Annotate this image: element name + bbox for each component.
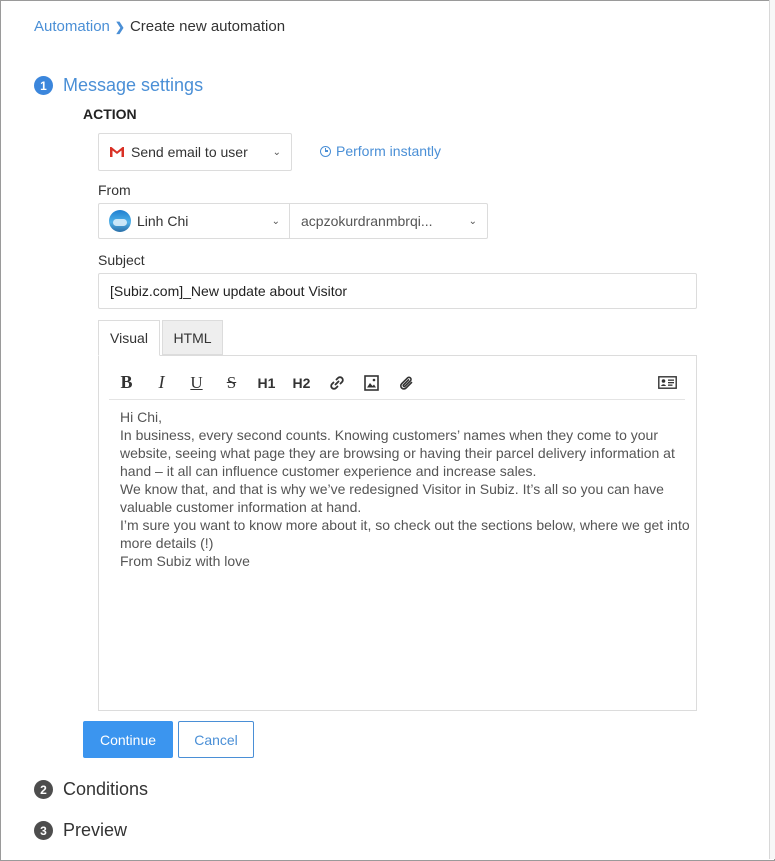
step-number-badge: 3 — [34, 821, 53, 840]
breadcrumb-current: Create new automation — [129, 18, 286, 35]
continue-button[interactable]: Continue — [83, 721, 173, 758]
body-line: From Subiz with love — [120, 553, 250, 569]
avatar — [109, 210, 131, 232]
body-line: In business, every second counts. Knowin… — [120, 427, 675, 479]
bold-button[interactable]: B — [109, 371, 144, 395]
heading-1-button[interactable]: H1 — [249, 371, 284, 395]
email-body-editor[interactable]: B I U S H1 H2 Hi Chi, In business, every… — [98, 355, 697, 711]
body-line: I’m sure you want to know more about it,… — [120, 517, 690, 551]
subject-label: Subject — [98, 252, 145, 268]
step-message-settings[interactable]: 1 Message settings — [34, 75, 203, 96]
clock-icon — [320, 145, 331, 157]
contact-card-icon[interactable] — [650, 371, 685, 395]
sender-select[interactable]: Linh Chi ⌄ — [98, 203, 290, 239]
chevron-down-icon: ⌄ — [272, 146, 281, 158]
sender-email-select[interactable]: acpzokurdranmbrqi... ⌄ — [289, 203, 488, 239]
image-icon[interactable] — [354, 371, 389, 395]
italic-button[interactable]: I — [144, 371, 179, 395]
editor-toolbar: B I U S H1 H2 — [109, 366, 685, 400]
body-line: We know that, and that is why we’ve rede… — [120, 481, 664, 515]
strikethrough-button[interactable]: S — [214, 371, 249, 395]
step-number-badge: 2 — [34, 780, 53, 799]
step-title: Conditions — [63, 779, 149, 799]
chevron-down-icon: ⌄ — [271, 215, 280, 227]
step-conditions[interactable]: 2 Conditions — [34, 779, 148, 800]
step-preview[interactable]: 3 Preview — [34, 820, 127, 841]
link-icon[interactable] — [319, 371, 354, 395]
step-title: Preview — [63, 820, 128, 840]
perform-instantly-link[interactable]: Perform instantly — [320, 143, 441, 159]
step-number-badge: 1 — [34, 76, 53, 95]
from-label: From — [98, 182, 131, 198]
chevron-right-icon: ❯ — [114, 19, 125, 34]
breadcrumb: Automation ❯ Create new automation — [34, 18, 285, 35]
sender-name: Linh Chi — [137, 213, 189, 229]
heading-2-button[interactable]: H2 — [284, 371, 319, 395]
body-line: Hi Chi, — [120, 409, 163, 425]
breadcrumb-automation-link[interactable]: Automation — [34, 18, 110, 35]
cancel-button[interactable]: Cancel — [178, 721, 254, 758]
action-select[interactable]: Send email to user ⌄ — [98, 133, 292, 171]
sender-email: acpzokurdranmbrqi... — [301, 213, 433, 229]
subject-value: [Subiz.com]_New update about Visitor — [110, 283, 348, 299]
action-heading: ACTION — [83, 106, 137, 122]
subject-input[interactable]: [Subiz.com]_New update about Visitor — [98, 273, 697, 309]
underline-button[interactable]: U — [179, 371, 214, 395]
scrollbar[interactable] — [769, 0, 775, 859]
chevron-down-icon: ⌄ — [468, 215, 477, 227]
action-select-value: Send email to user — [131, 144, 248, 160]
paperclip-icon[interactable] — [389, 371, 424, 395]
step-title: Message settings — [63, 75, 204, 95]
gmail-icon — [110, 147, 124, 157]
email-body-content[interactable]: Hi Chi, In business, every second counts… — [120, 408, 690, 570]
perform-instantly-label: Perform instantly — [336, 143, 442, 159]
tab-html[interactable]: HTML — [162, 320, 223, 355]
tab-visual[interactable]: Visual — [98, 320, 160, 356]
